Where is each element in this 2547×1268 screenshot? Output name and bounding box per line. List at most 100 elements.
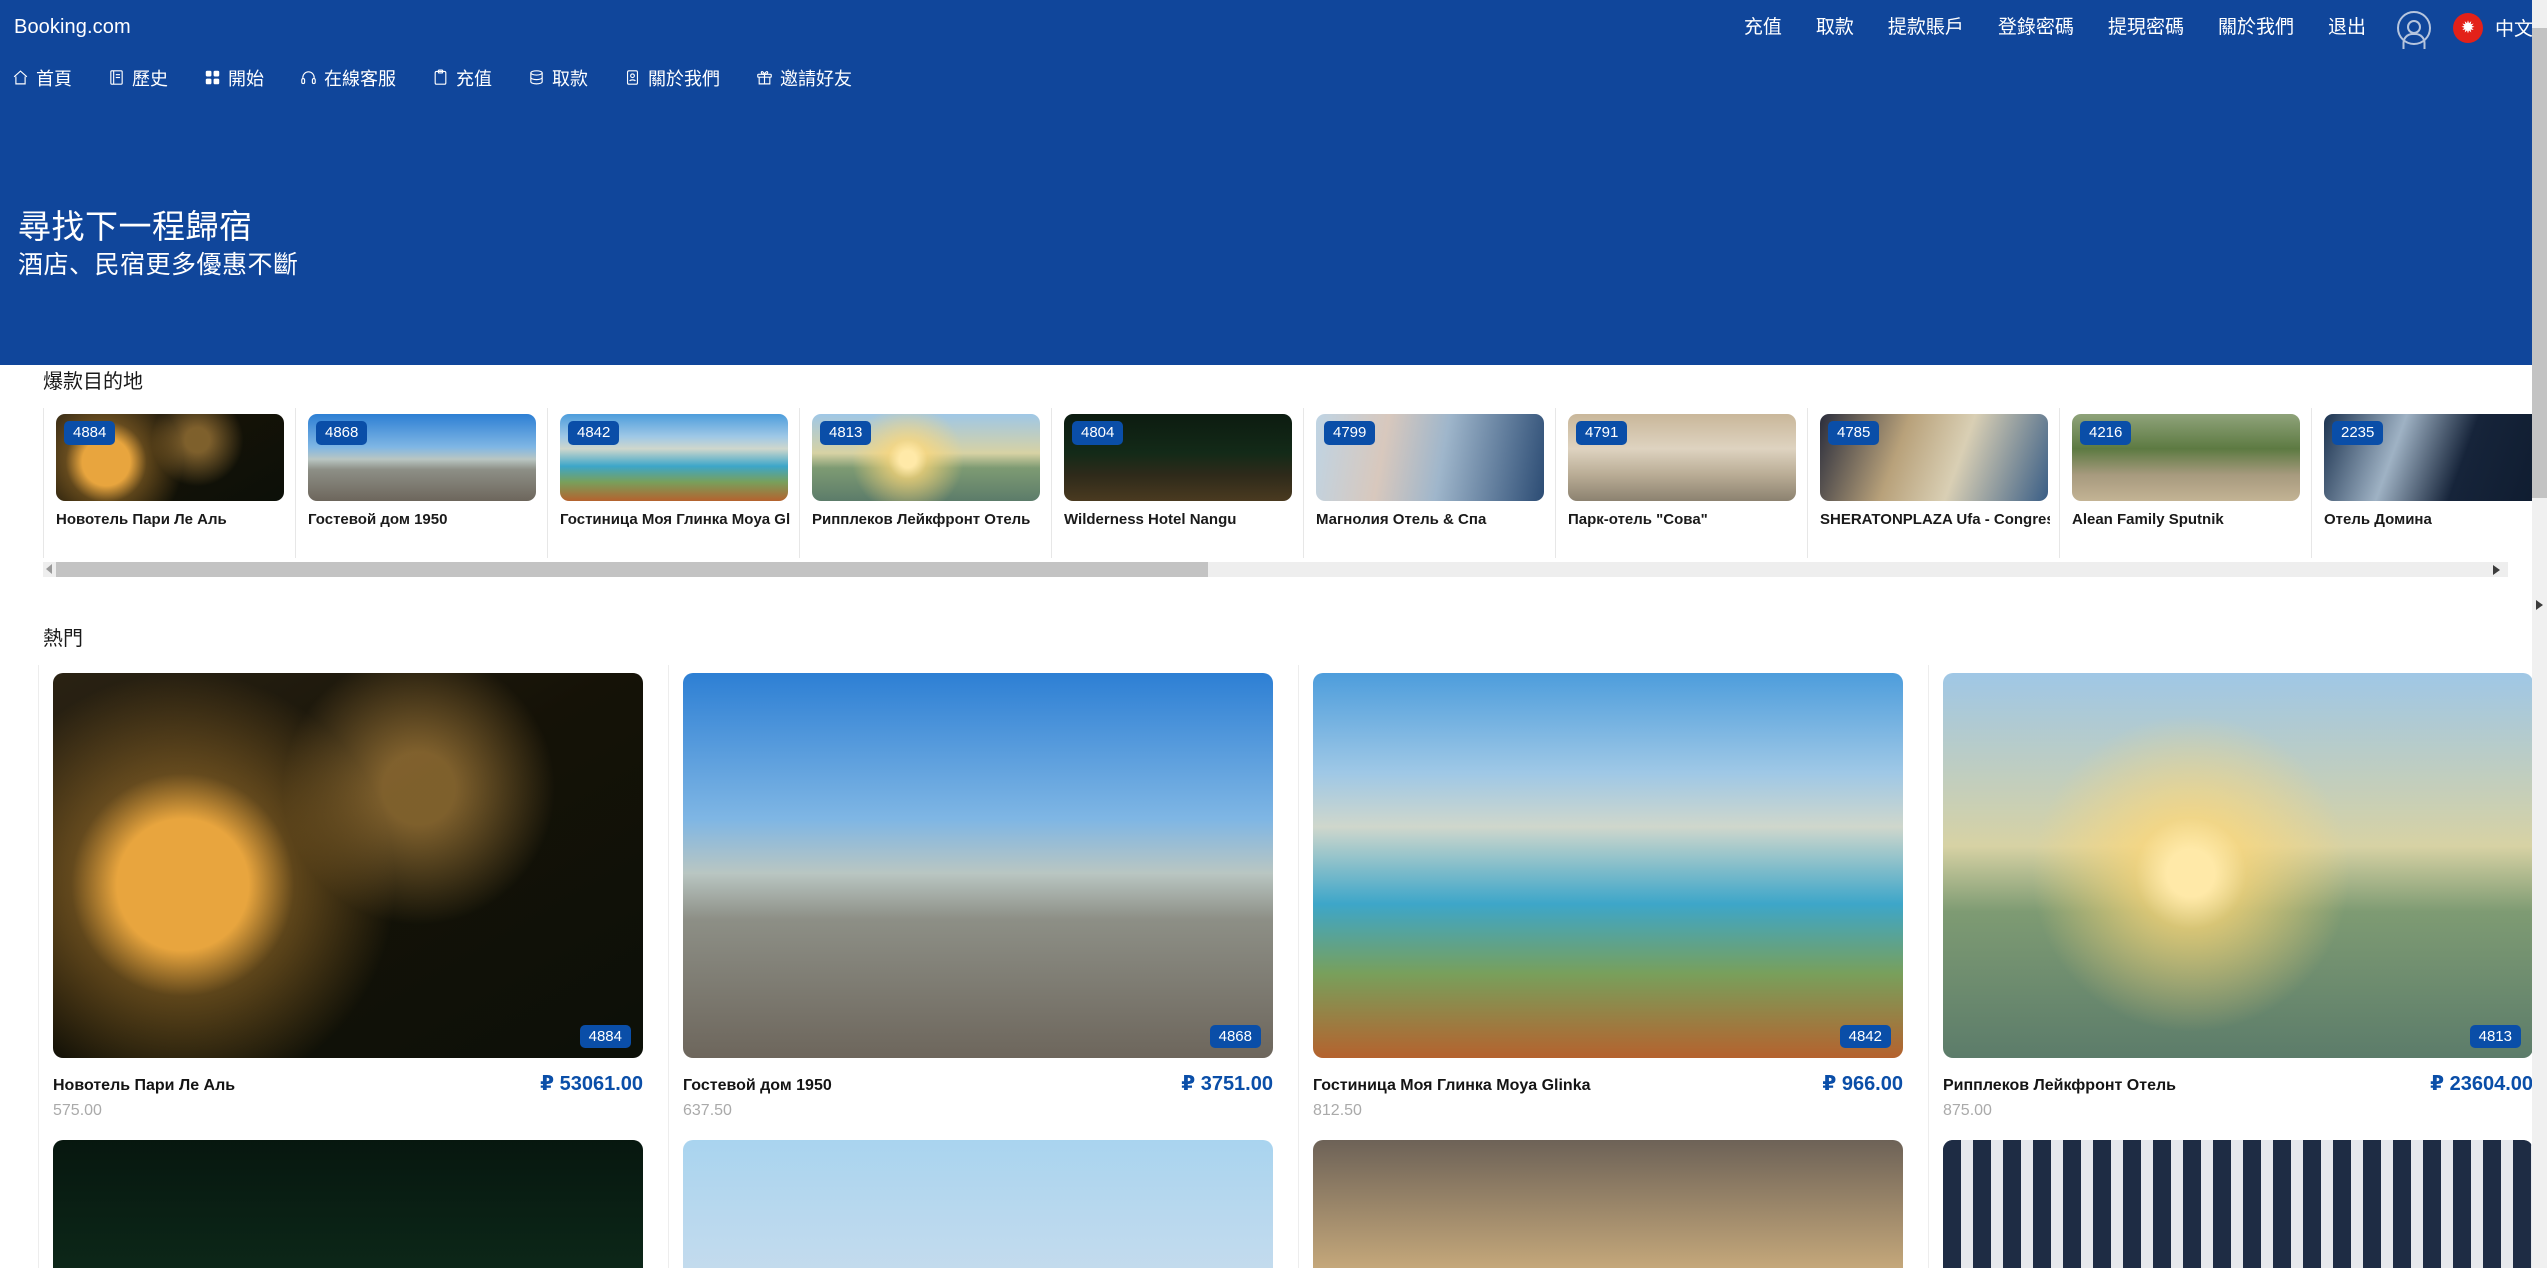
destination-thumbnail: 4791 bbox=[1568, 414, 1796, 501]
destination-badge: 4813 bbox=[820, 421, 872, 445]
destination-badge: 4791 bbox=[1576, 421, 1628, 445]
subnav-label-customer-service: 在線客服 bbox=[324, 68, 396, 89]
popular-card[interactable]: 4813 Рипплеков Лейкфронт Отель ₽ 23604.0… bbox=[1928, 665, 2547, 1132]
destination-card[interactable]: 4799 Магнолия Отель & Спа bbox=[1303, 408, 1555, 558]
sub-navigation: 首頁 歷史 開始 在線客服 充值 取款 關於我們 邀請好友 bbox=[0, 55, 2547, 100]
destination-name: Отель Домина bbox=[2324, 511, 2432, 528]
popular-name: Гостевой дом 1950 bbox=[683, 1077, 832, 1094]
destination-card[interactable]: 4216 Alean Family Sputnik bbox=[2059, 408, 2311, 558]
hot-destinations-title: 爆款目的地 bbox=[43, 371, 143, 393]
popular-grid: 4884 Новотель Пари Ле Аль ₽ 53061.00 575… bbox=[38, 665, 2547, 1268]
popular-thumbnail: 4868 bbox=[683, 673, 1273, 1058]
topnav-item-recharge[interactable]: 充值 bbox=[1727, 0, 1799, 55]
destinations-carousel[interactable]: 4884 Новотель Пари Ле Аль 4868 Гостевой … bbox=[0, 408, 2547, 558]
popular-badge: 4813 bbox=[2469, 1024, 2521, 1048]
popular-card[interactable]: 4842 Гостиница Моя Глинка Moya Glinka ₽ … bbox=[1298, 665, 1928, 1132]
destination-thumbnail: 2235 bbox=[2324, 414, 2547, 501]
subnav-item-recharge[interactable]: 充值 bbox=[432, 65, 492, 91]
database-coins-icon bbox=[528, 69, 545, 86]
destination-card[interactable]: 4785 SHERATONPLAZA Ufa - Congress Hotel bbox=[1807, 408, 2059, 558]
popular-card[interactable] bbox=[38, 1132, 668, 1268]
history-book-icon bbox=[108, 69, 125, 86]
topnav-item-withdraw[interactable]: 取款 bbox=[1799, 0, 1871, 55]
caret-down-icon[interactable] bbox=[2536, 600, 2543, 610]
popular-badge: 4842 bbox=[1839, 1024, 1891, 1048]
subnav-item-start[interactable]: 開始 bbox=[204, 65, 264, 91]
destinations-carousel-track: 4884 Новотель Пари Ле Аль 4868 Гостевой … bbox=[0, 408, 2547, 558]
popular-card[interactable] bbox=[668, 1132, 1298, 1268]
destination-card[interactable]: 4884 Новотель Пари Ле Аль bbox=[43, 408, 295, 558]
destination-name: Рипплеков Лейкфронт Отель bbox=[812, 511, 1031, 528]
carousel-scrollbar-thumb[interactable] bbox=[56, 562, 1208, 577]
destination-badge: 4785 bbox=[1828, 421, 1880, 445]
popular-card[interactable] bbox=[1298, 1132, 1928, 1268]
topnav-item-withdraw-account[interactable]: 提款賬戶 bbox=[1871, 0, 1981, 55]
brand-logo[interactable]: Booking.com bbox=[14, 16, 131, 39]
destination-card[interactable]: 2235 Отель Домина bbox=[2311, 408, 2547, 558]
caret-left-icon[interactable] bbox=[46, 564, 52, 574]
destination-badge: 2235 bbox=[2332, 421, 2384, 445]
hero-subtitle: 酒店、民宿更多優惠不斷 bbox=[18, 251, 299, 279]
id-card-icon bbox=[624, 69, 641, 86]
hongkong-flag-icon[interactable]: ✹ bbox=[2452, 12, 2483, 43]
popular-card[interactable] bbox=[1928, 1132, 2547, 1268]
popular-title: 熱門 bbox=[43, 628, 83, 650]
destination-name: Гостевой дом 1950 bbox=[308, 511, 448, 528]
subnav-item-customer-service[interactable]: 在線客服 bbox=[300, 65, 396, 91]
subnav-item-withdraw[interactable]: 取款 bbox=[528, 65, 588, 91]
popular-thumbnail: 4842 bbox=[1313, 673, 1903, 1058]
destination-thumbnail: 4813 bbox=[812, 414, 1040, 501]
destination-badge: 4216 bbox=[2080, 421, 2132, 445]
popular-image bbox=[1943, 1140, 2533, 1268]
destination-badge: 4799 bbox=[1324, 421, 1376, 445]
subnav-label-home: 首頁 bbox=[36, 68, 72, 89]
page-scrollbar[interactable] bbox=[2532, 0, 2547, 1268]
destination-thumbnail: 4799 bbox=[1316, 414, 1544, 501]
popular-section: 熱門 4884 Новотель Пари Ле Аль ₽ 53061.00 … bbox=[0, 622, 2547, 1268]
popular-card-row: Рипплеков Лейкфронт Отель ₽ 23604.00 bbox=[1943, 1071, 2533, 1096]
popular-card-row: Гостиница Моя Глинка Moya Glinka ₽ 966.0… bbox=[1313, 1071, 1903, 1096]
popular-card[interactable]: 4884 Новотель Пари Ле Аль ₽ 53061.00 575… bbox=[38, 665, 668, 1132]
destination-card[interactable]: 4868 Гостевой дом 1950 bbox=[295, 408, 547, 558]
destination-card[interactable]: 4804 Wilderness Hotel Nangu bbox=[1051, 408, 1303, 558]
carousel-scrollbar[interactable] bbox=[43, 562, 2508, 577]
caret-right-icon[interactable] bbox=[2493, 565, 2500, 575]
popular-thumbnail: 4813 bbox=[1943, 673, 2533, 1058]
language-selector[interactable]: 中文 bbox=[2495, 14, 2533, 41]
destination-thumbnail: 4804 bbox=[1064, 414, 1292, 501]
destination-name: Alean Family Sputnik bbox=[2072, 511, 2224, 528]
popular-name: Гостиница Моя Глинка Moya Glinka bbox=[1313, 1077, 1591, 1094]
destination-card[interactable]: 4791 Парк-отель "Сова" bbox=[1555, 408, 1807, 558]
user-circle-icon[interactable] bbox=[2396, 10, 2431, 45]
gift-icon bbox=[756, 69, 773, 86]
page-scrollbar-thumb[interactable] bbox=[2532, 28, 2547, 498]
topnav-item-about-us[interactable]: 關於我們 bbox=[2201, 0, 2311, 55]
destination-thumbnail: 4785 bbox=[1820, 414, 2048, 501]
destination-card[interactable]: 4813 Рипплеков Лейкфронт Отель bbox=[799, 408, 1051, 558]
subnav-item-history[interactable]: 歷史 bbox=[108, 65, 168, 91]
popular-card-row: Гостевой дом 1950 ₽ 3751.00 bbox=[683, 1071, 1273, 1096]
popular-card-row: Новотель Пари Ле Аль ₽ 53061.00 bbox=[53, 1071, 643, 1096]
popular-subvalue: 637.50 bbox=[683, 1102, 732, 1119]
popular-badge: 4868 bbox=[1209, 1024, 1261, 1048]
destination-name: Гостиница Моя Глинка Moya Glinka bbox=[560, 511, 790, 528]
topnav-item-login-password[interactable]: 登錄密碼 bbox=[1981, 0, 2091, 55]
hero-title: 尋找下一程歸宿 bbox=[18, 208, 253, 245]
topnav-item-logout[interactable]: 退出 bbox=[2311, 0, 2383, 55]
home-icon bbox=[12, 69, 29, 86]
subnav-label-about-us: 關於我們 bbox=[648, 68, 720, 89]
popular-image bbox=[1313, 673, 1903, 1058]
destination-thumbnail: 4842 bbox=[560, 414, 788, 501]
subnav-item-home[interactable]: 首頁 bbox=[12, 65, 72, 91]
subnav-item-about-us[interactable]: 關於我們 bbox=[624, 65, 720, 91]
popular-thumbnail bbox=[53, 1140, 643, 1268]
topnav-item-withdraw-password[interactable]: 提現密碼 bbox=[2091, 0, 2201, 55]
popular-card[interactable]: 4868 Гостевой дом 1950 ₽ 3751.00 637.50 bbox=[668, 665, 1298, 1132]
popular-image bbox=[53, 673, 643, 1058]
destination-thumbnail: 4868 bbox=[308, 414, 536, 501]
subnav-item-invite-friends[interactable]: 邀請好友 bbox=[756, 65, 852, 91]
destination-name: Парк-отель "Сова" bbox=[1568, 511, 1708, 528]
destination-name: Wilderness Hotel Nangu bbox=[1064, 511, 1237, 528]
destination-card[interactable]: 4842 Гостиница Моя Глинка Moya Glinka bbox=[547, 408, 799, 558]
popular-subvalue: 575.00 bbox=[53, 1102, 102, 1119]
